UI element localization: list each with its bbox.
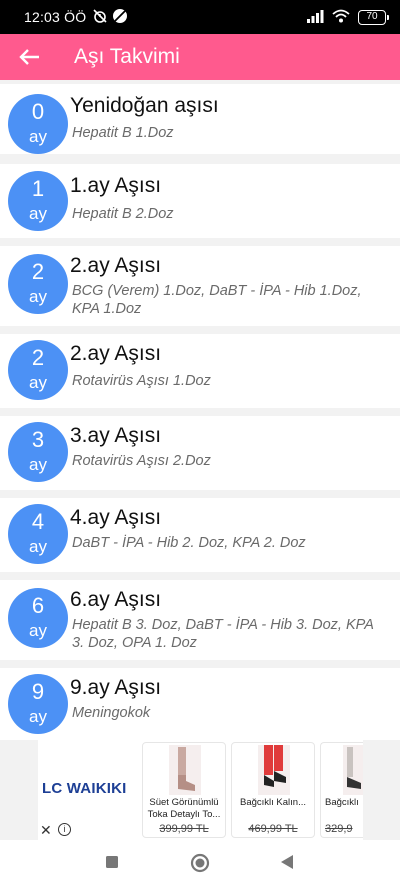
month-badge: 0 ay	[8, 94, 68, 154]
month-unit: ay	[29, 287, 47, 306]
product-price: 399,99 TL	[159, 823, 209, 835]
month-badge: 9 ay	[8, 674, 68, 734]
month-number: 4	[31, 509, 45, 534]
month-unit: ay	[29, 707, 47, 726]
month-number: 2	[31, 259, 45, 284]
vaccine-detail: Hepatit B 1.Doz	[72, 125, 174, 141]
vaccine-detail: Rotavirüs Aşısı 1.Doz	[72, 373, 211, 389]
product-image	[169, 745, 201, 795]
product-price: 329,9	[325, 823, 353, 835]
month-unit: ay	[29, 204, 47, 223]
vaccine-item[interactable]: 2 ay 2.ay Aşısı Rotavirüs Aşısı 1.Doz	[0, 334, 400, 408]
home-icon[interactable]	[189, 852, 211, 879]
month-unit: ay	[29, 127, 47, 146]
product-name: Bağcıklı Kalın...	[239, 797, 306, 808]
vaccine-title: Yenidoğan aşısı	[70, 94, 219, 117]
vaccine-detail: Rotavirüs Aşısı 2.Doz	[72, 453, 211, 469]
ad-banner[interactable]: LC WAIKIKI ✕ i Süet Görünümlü Toka Detay…	[38, 740, 363, 840]
back-icon[interactable]	[280, 854, 294, 875]
vaccine-detail: Hepatit B 3. Doz, DaBT - İPA - Hib 3. Do…	[72, 617, 374, 651]
muted-alarm-icon	[92, 8, 108, 27]
month-badge: 3 ay	[8, 422, 68, 482]
month-unit: ay	[29, 537, 47, 556]
vaccine-title: 4.ay Aşısı	[70, 506, 162, 529]
status-time: 12:03 ÖÖ	[24, 9, 87, 25]
month-unit: ay	[29, 373, 47, 392]
product-name: Bağcıklı	[325, 797, 359, 808]
month-number: 1	[31, 176, 45, 201]
vaccine-item[interactable]: 9 ay 9.ay Aşısı Meningokok	[0, 668, 400, 740]
vaccine-detail: DaBT - İPA - Hib 2. Doz, KPA 2. Doz	[72, 535, 306, 551]
vaccine-title: 1.ay Aşısı	[70, 174, 162, 197]
vaccine-item[interactable]: 0 ay Yenidoğan aşısı Hepatit B 1.Doz	[0, 84, 400, 154]
vaccine-item[interactable]: 6 ay 6.ay Aşısı Hepatit B 3. Doz, DaBT -…	[0, 580, 400, 660]
product-name: Süet Görünümlü Toka Detaylı To...	[147, 797, 221, 820]
vaccine-item[interactable]: 3 ay 3.ay Aşısı Rotavirüs Aşısı 2.Doz	[0, 416, 400, 490]
battery-icon: 70	[358, 9, 389, 25]
month-unit: ay	[29, 455, 47, 474]
month-number: 3	[31, 427, 45, 452]
recent-apps-icon[interactable]	[104, 854, 120, 875]
month-badge: 1 ay	[8, 171, 68, 231]
signal-icon	[306, 9, 324, 26]
vaccine-detail: BCG (Verem) 1.Doz, DaBT - İPA - Hib 1.Do…	[72, 283, 362, 317]
vaccine-title: 3.ay Aşısı	[70, 424, 162, 447]
page-title: Aşı Takvimi	[74, 45, 180, 68]
vaccine-title: 2.ay Aşısı	[70, 254, 162, 277]
month-number: 6	[31, 593, 45, 618]
month-badge: 2 ay	[8, 340, 68, 400]
ad-product-card[interactable]: Bağcıklı 329,9	[320, 742, 363, 838]
ad-info-icon[interactable]: i	[58, 823, 71, 836]
month-number: 0	[31, 99, 45, 124]
vaccine-title: 6.ay Aşısı	[70, 588, 162, 611]
blocked-icon	[112, 8, 128, 27]
month-unit: ay	[29, 621, 47, 640]
month-badge: 6 ay	[8, 588, 68, 648]
vaccine-detail: Hepatit B 2.Doz	[72, 206, 174, 222]
month-number: 2	[31, 345, 45, 370]
ad-brand-logo[interactable]: LC WAIKIKI	[42, 780, 127, 797]
vaccine-item[interactable]: 4 ay 4.ay Aşısı DaBT - İPA - Hib 2. Doz,…	[0, 498, 400, 572]
system-nav-bar	[0, 840, 400, 888]
vaccine-title: 2.ay Aşısı	[70, 342, 162, 365]
ad-product-card[interactable]: Bağcıklı Kalın... 469,99 TL	[231, 742, 315, 838]
vaccine-title: 9.ay Aşısı	[70, 676, 162, 699]
ad-product-card[interactable]: Süet Görünümlü Toka Detaylı To... 399,99…	[142, 742, 226, 838]
month-badge: 2 ay	[8, 254, 68, 314]
product-image	[343, 745, 363, 795]
wifi-icon	[332, 9, 350, 26]
product-image	[258, 745, 290, 795]
app-bar: Aşı Takvimi	[0, 34, 400, 80]
back-arrow-icon[interactable]	[2, 34, 58, 80]
vaccine-item[interactable]: 1 ay 1.ay Aşısı Hepatit B 2.Doz	[0, 164, 400, 238]
product-price: 469,99 TL	[248, 823, 298, 835]
vaccine-item[interactable]: 2 ay 2.ay Aşısı BCG (Verem) 1.Doz, DaBT …	[0, 246, 400, 326]
month-number: 9	[31, 679, 45, 704]
month-badge: 4 ay	[8, 504, 68, 564]
ad-close-icon[interactable]: ✕	[40, 822, 52, 839]
status-bar: 12:03 ÖÖ 70	[0, 0, 400, 34]
vaccine-list: 0 ay Yenidoğan aşısı Hepatit B 1.Doz 1 a…	[0, 80, 400, 740]
vaccine-detail: Meningokok	[72, 705, 151, 721]
